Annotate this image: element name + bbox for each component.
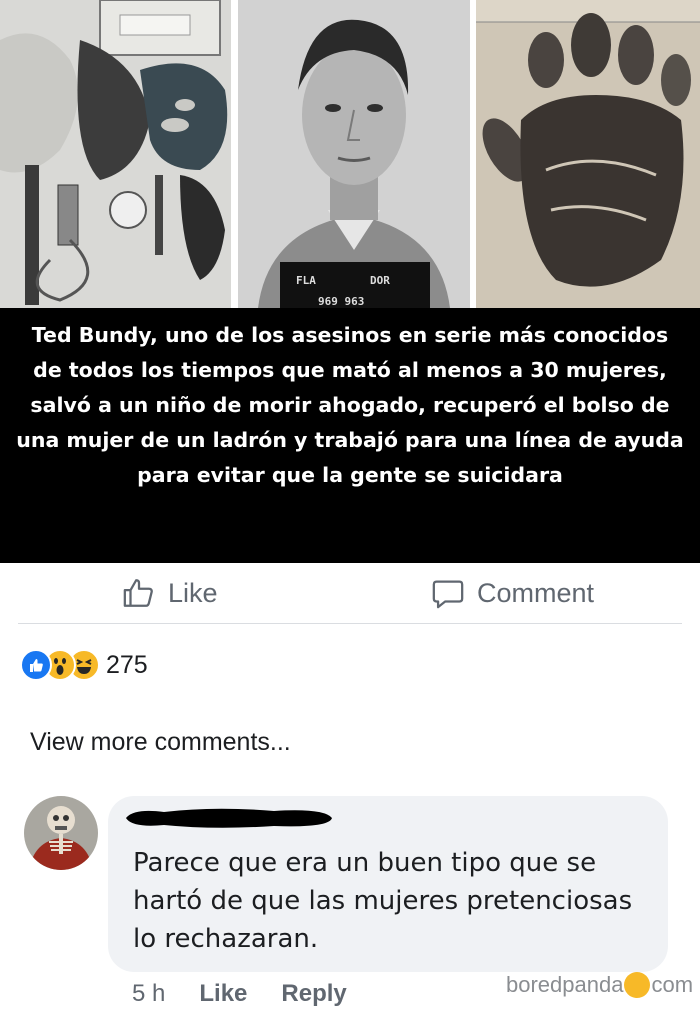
- photo-strip: FLA DOR 969 963: [0, 0, 700, 308]
- reaction-count: 275: [106, 650, 148, 679]
- comment-bubble-icon: [432, 580, 464, 609]
- comment-button-label: Comment: [477, 577, 595, 608]
- watermark-left: boredpanda: [506, 972, 624, 997]
- commenter-avatar[interactable]: [24, 796, 98, 870]
- comment-reply-button[interactable]: Reply: [281, 980, 346, 1008]
- redacted-author-name: [126, 808, 332, 828]
- placard-line3: 969 963: [318, 295, 364, 308]
- comment-text: Parece que era un buen tipo que se hartó…: [133, 848, 633, 954]
- comment-bubble: Parece que era un buen tipo que se hartó…: [108, 796, 668, 972]
- watermark: boredpanda com 1: [506, 972, 700, 998]
- like-button[interactable]: Like: [122, 573, 218, 613]
- haha-icon: [624, 972, 651, 998]
- thumbs-up-icon: [123, 579, 153, 607]
- comment-meta: 5 h Like Reply: [132, 980, 381, 1008]
- reactions-summary[interactable]: 275: [20, 648, 148, 682]
- comment-like-button[interactable]: Like: [199, 980, 247, 1008]
- comment-button[interactable]: Comment: [431, 573, 594, 613]
- post-caption: Ted Bundy, uno de los asesinos en serie …: [0, 308, 700, 563]
- like-button-label: Like: [168, 577, 218, 608]
- view-more-comments-link[interactable]: View more comments...: [30, 728, 291, 757]
- watermark-right: com: [651, 972, 694, 997]
- placard-line2: DOR: [370, 274, 390, 287]
- divider: [18, 623, 682, 624]
- evidence-photo[interactable]: [0, 0, 231, 308]
- handprint-photo[interactable]: [476, 0, 700, 308]
- placard-line1: FLA: [296, 274, 316, 287]
- like-icon: [20, 649, 52, 681]
- mugshot-photo[interactable]: FLA DOR 969 963: [238, 0, 470, 308]
- post-action-bar: Like Comment: [0, 563, 700, 623]
- comment-timestamp[interactable]: 5 h: [132, 980, 165, 1008]
